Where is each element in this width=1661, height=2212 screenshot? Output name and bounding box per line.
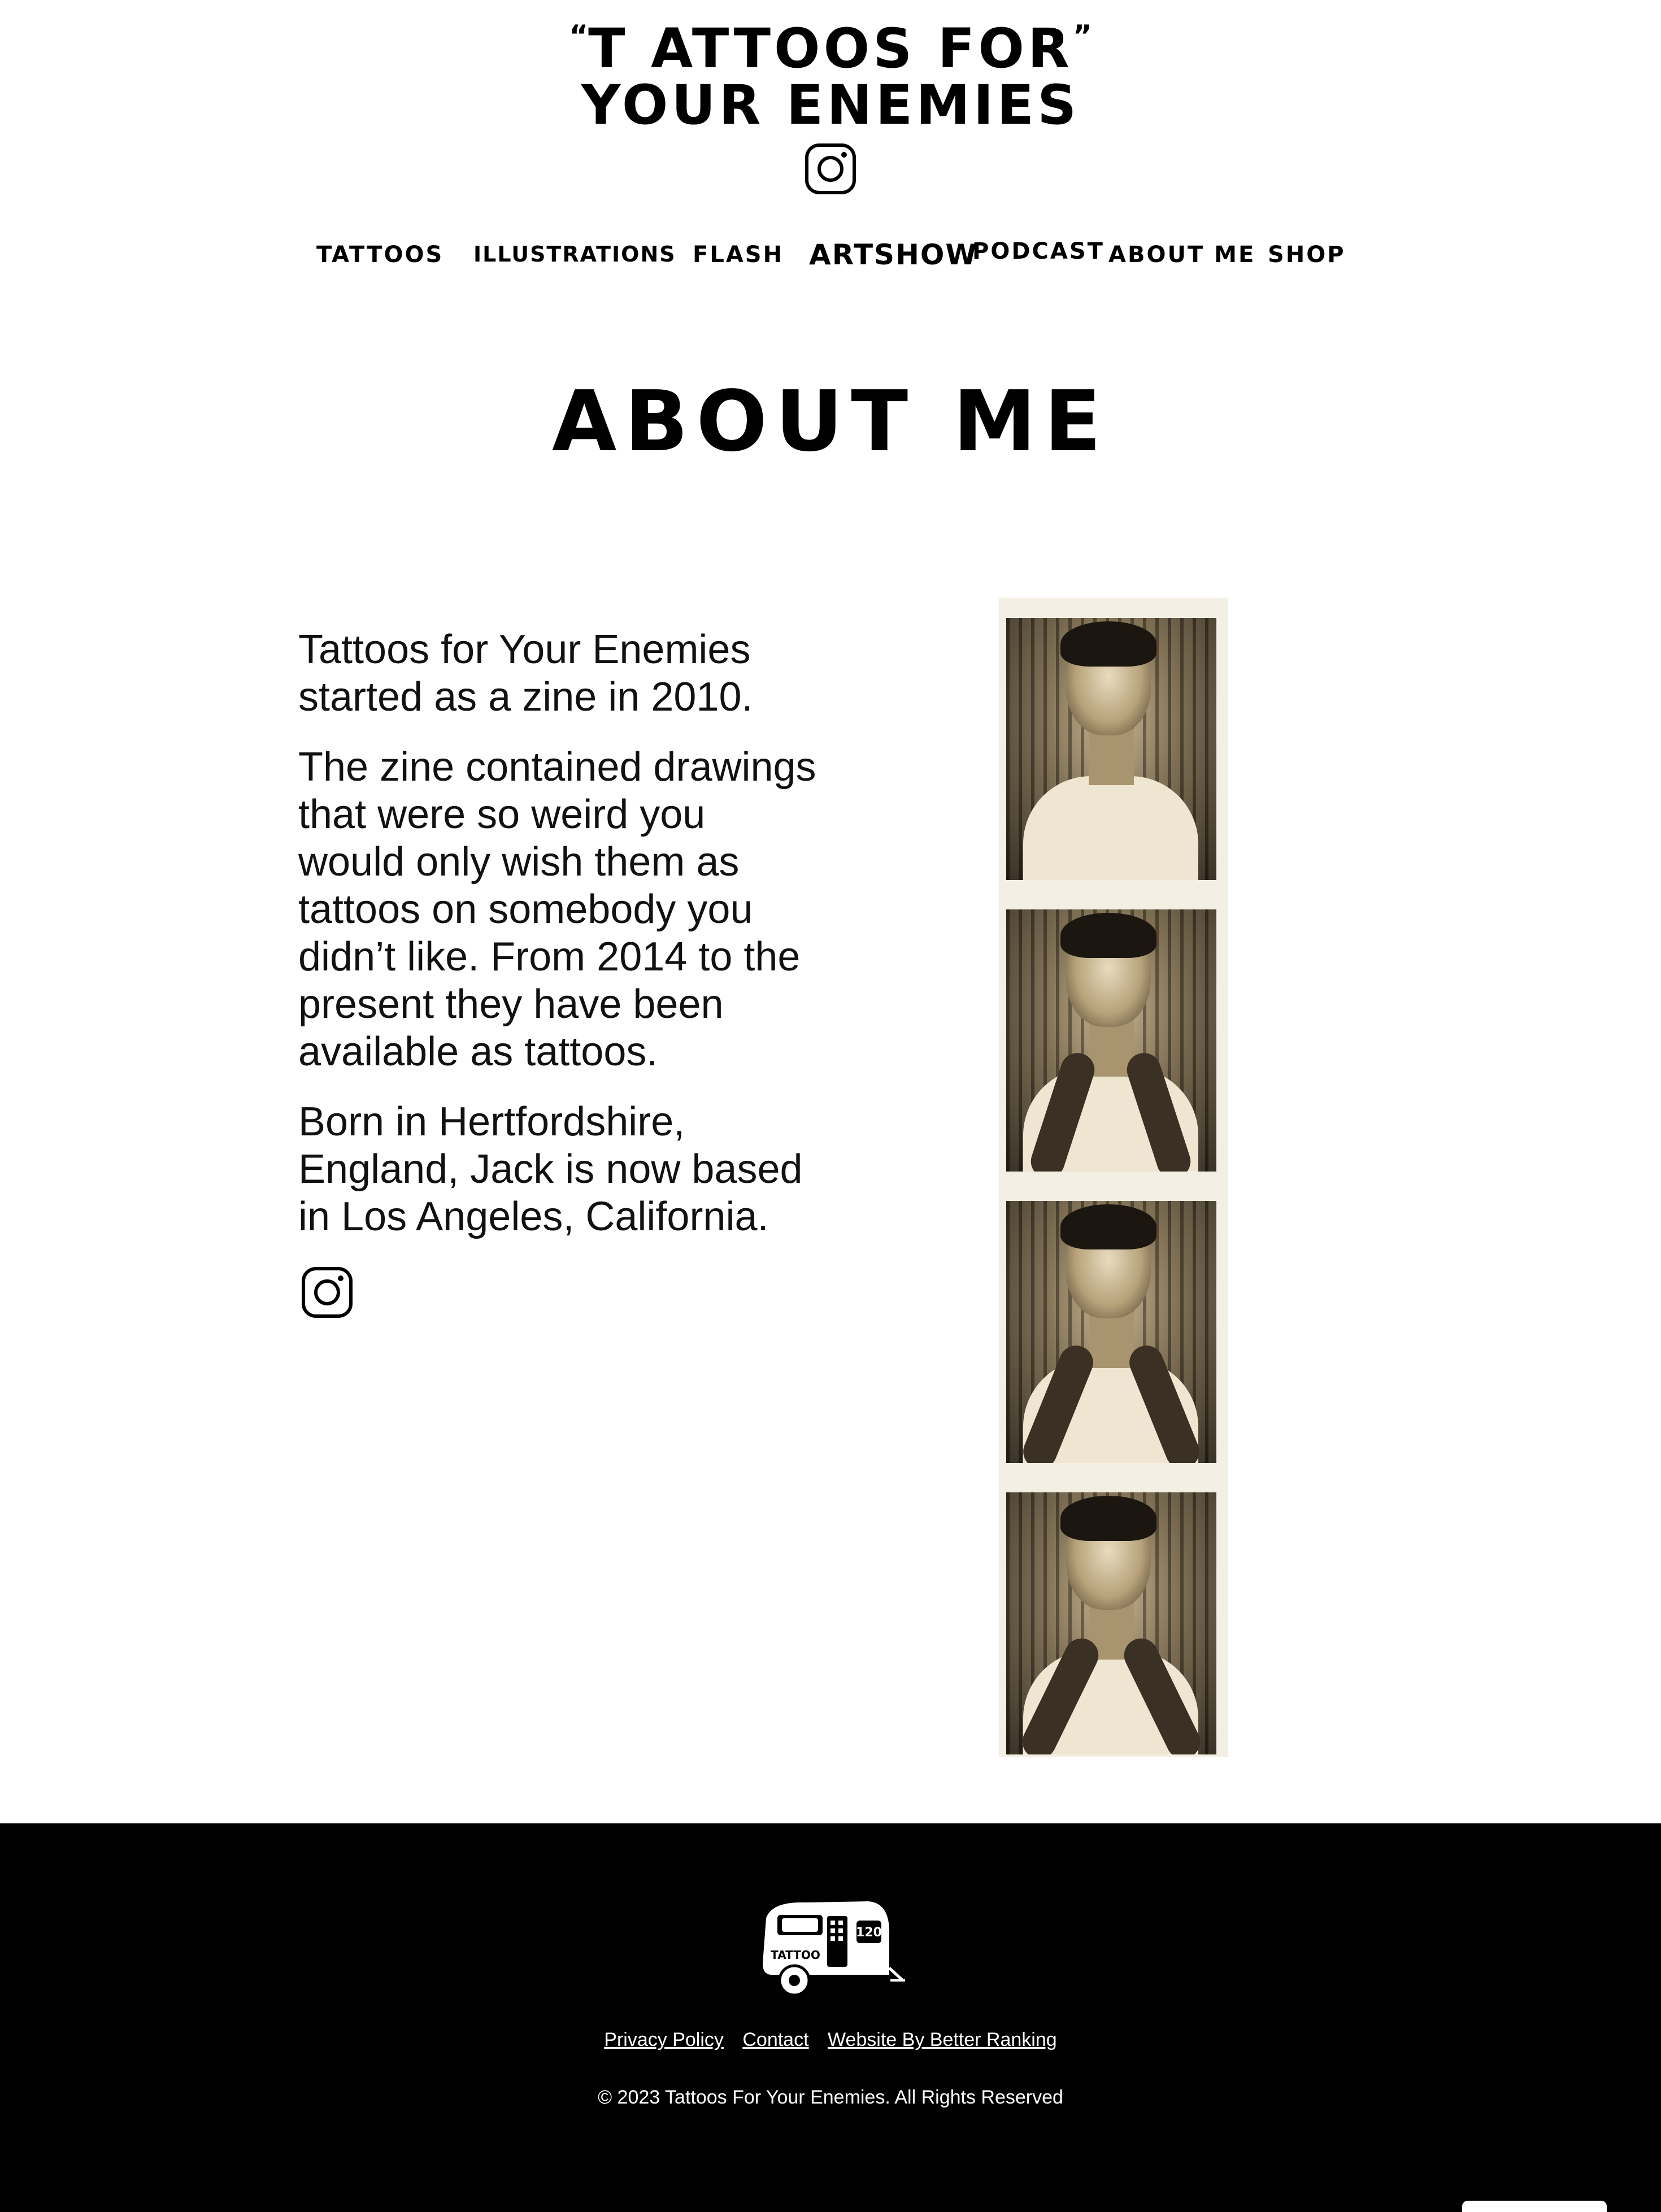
- corner-widget-tab[interactable]: [1462, 2201, 1607, 2212]
- footer-logo-text: TATTOO: [771, 1948, 820, 1962]
- site-footer: 120 TATTOO Privacy Policy Contact Websit…: [0, 1823, 1661, 2212]
- nav-item-podcast[interactable]: PODCAST: [972, 238, 1105, 264]
- copyright-text: © 2023 Tattoos For Your Enemies. All Rig…: [598, 2087, 1063, 2108]
- site-logo[interactable]: “T ATTOOS FOR” YOUR ENEMIES: [0, 21, 1661, 132]
- bio-paragraph: The zine contained drawings that were so…: [298, 744, 816, 1074]
- privacy-policy-link[interactable]: Privacy Policy: [604, 2029, 724, 2050]
- nav-item-illustrations[interactable]: ILLUSTRATIONS: [473, 242, 676, 267]
- logo-line-2: YOUR ENEMIES: [0, 78, 1661, 132]
- tattoo-trailer-logo[interactable]: 120 TATTOO: [755, 1896, 907, 1997]
- nav-item-shop[interactable]: SHOP: [1268, 242, 1346, 268]
- logo-text-1: T ATTOOS FOR: [588, 17, 1073, 80]
- about-bio: Tattoos for Your Enemies started as a zi…: [298, 626, 818, 1263]
- logo-open-quote: “: [568, 19, 589, 53]
- instagram-icon[interactable]: [301, 1266, 353, 1318]
- bio-paragraph: Tattoos for Your Enemies started as a zi…: [298, 627, 753, 720]
- photo-frame: [1006, 909, 1216, 1172]
- bio-paragraph: Born in Hertfordshire, England, Jack is …: [298, 1099, 803, 1239]
- photo-frame: [1006, 1492, 1216, 1754]
- photo-booth-strip: [999, 598, 1228, 1757]
- photo-frame: [1006, 1201, 1216, 1463]
- nav-item-about-me[interactable]: ABOUT ME: [1108, 242, 1255, 268]
- svg-text:120: 120: [856, 1926, 882, 1940]
- logo-text-2: YOUR ENEMIES: [581, 73, 1080, 137]
- logo-close-quote: ”: [1072, 19, 1093, 53]
- page-title: ABOUT ME: [551, 373, 1110, 470]
- footer-links: Privacy Policy Contact Website By Better…: [0, 2029, 1661, 2051]
- nav-item-flash[interactable]: FLASH: [693, 242, 784, 268]
- nav-item-tattoos[interactable]: TATTOOS: [316, 242, 443, 268]
- logo-line-1: “T ATTOOS FOR”: [0, 21, 1661, 76]
- website-by-link[interactable]: Website By Better Ranking: [828, 2029, 1057, 2050]
- nav-item-artshow[interactable]: ARTSHOW: [809, 238, 978, 271]
- photo-frame: [1006, 618, 1216, 880]
- main-nav: TATTOOS ILLUSTRATIONS FLASH ARTSHOW PODC…: [0, 238, 1661, 287]
- instagram-icon[interactable]: [805, 143, 856, 195]
- contact-link[interactable]: Contact: [742, 2029, 808, 2050]
